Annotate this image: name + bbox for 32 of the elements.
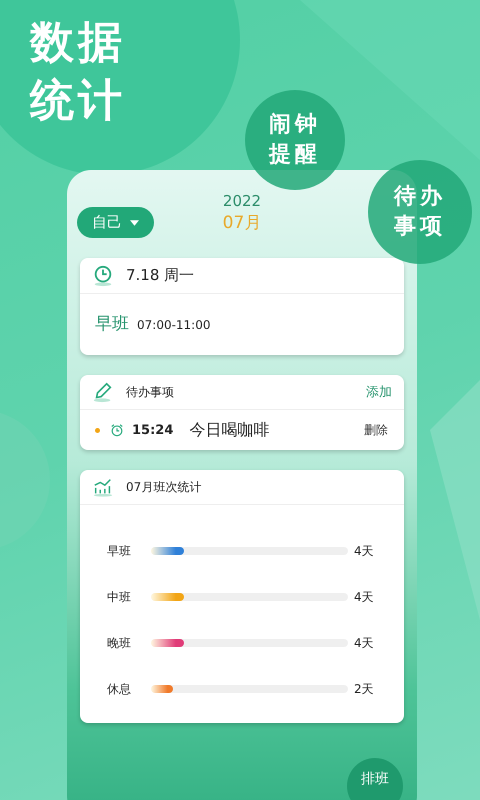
day-count: 2天	[354, 680, 374, 698]
bullet-icon	[95, 428, 100, 432]
shift-label: 中班	[107, 588, 132, 606]
day-count: 4天	[354, 542, 374, 560]
month-label: 07月	[222, 212, 262, 234]
alarm-clock-icon	[110, 423, 124, 437]
card-title: 07月班次统计	[126, 478, 202, 496]
headline: 统计	[30, 74, 126, 128]
year-label: 2022	[222, 192, 262, 210]
bubble-text: 闹钟	[269, 111, 321, 139]
shift-hours: 07:00-11:00	[137, 318, 210, 332]
headline: 数据	[30, 16, 126, 70]
bar-chart-icon	[92, 476, 114, 498]
caret-icon	[130, 220, 139, 226]
todo-text: 今日喝咖啡	[189, 420, 270, 440]
clock-icon	[92, 264, 114, 286]
bubble-text: 提醒	[269, 141, 321, 169]
todo-time: 15:24	[132, 422, 174, 438]
delete-link[interactable]: 删除	[364, 422, 388, 438]
add-link[interactable]: 添加	[366, 383, 392, 401]
date-label: 7.18 周一	[126, 266, 194, 285]
pencil-icon	[92, 381, 114, 403]
shift-name: 早班	[95, 313, 129, 335]
filter-dropdown[interactable]: 自己	[77, 207, 154, 238]
bubble-text: 事项	[394, 213, 446, 241]
shift-label: 早班	[107, 542, 132, 560]
card-title: 待办事项	[126, 384, 175, 400]
bubble-text: 待办	[394, 183, 446, 211]
shift-label: 休息	[107, 680, 132, 698]
day-count: 4天	[354, 588, 374, 606]
shift-label: 晚班	[107, 634, 132, 652]
day-count: 4天	[354, 634, 374, 652]
